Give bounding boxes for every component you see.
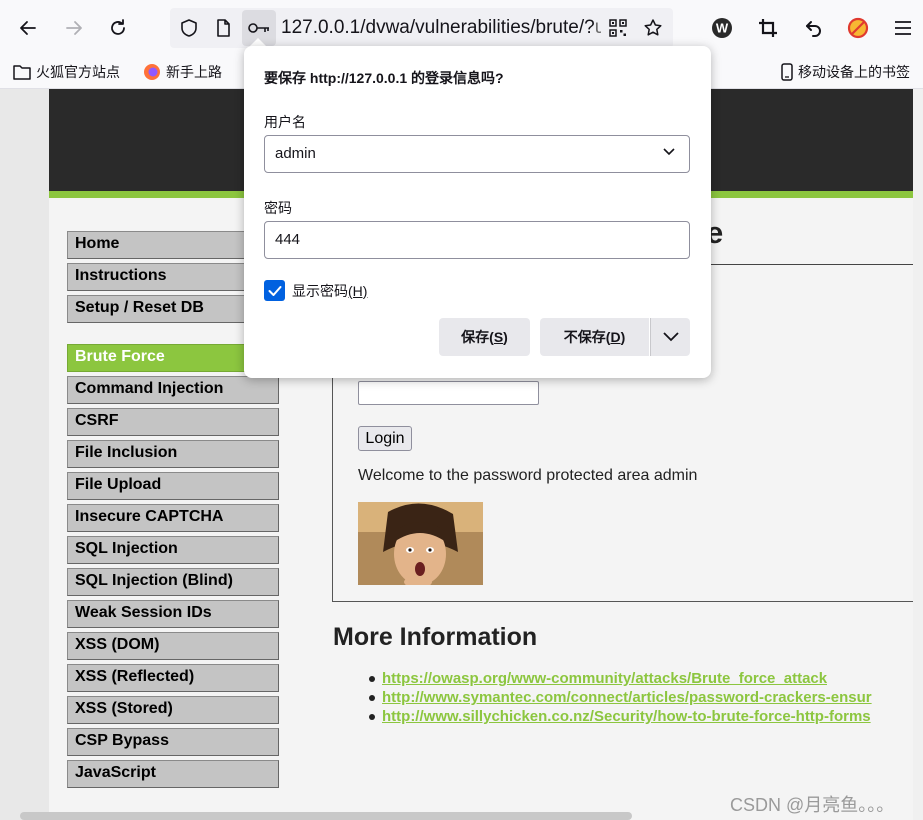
app-menu-button[interactable] xyxy=(885,10,921,46)
password-field[interactable]: 444 xyxy=(264,221,690,259)
username-field[interactable]: admin xyxy=(264,135,690,173)
list-item: https://owasp.org/www-community/attacks/… xyxy=(369,669,917,688)
forward-arrow-icon xyxy=(66,21,82,35)
save-button[interactable]: 保存(S) xyxy=(439,318,530,356)
qr-code-icon xyxy=(609,19,627,37)
menu-item-file-inclusion[interactable]: File Inclusion xyxy=(67,440,279,468)
bookmark-item[interactable]: 火狐官方站点 xyxy=(13,62,120,82)
tracking-protection-button[interactable] xyxy=(172,8,206,48)
reference-link[interactable]: http://www.sillychicken.co.nz/Security/h… xyxy=(382,708,871,725)
page-icon xyxy=(217,19,230,37)
qr-code-button[interactable] xyxy=(601,8,635,48)
page-info-button[interactable] xyxy=(206,8,240,48)
watermark: CSDN @月亮鱼。。。 xyxy=(730,795,895,815)
show-password-label: 显示密码(H) xyxy=(292,282,368,299)
menu-item-xss-dom[interactable]: XSS (DOM) xyxy=(67,632,279,660)
title-divider xyxy=(706,264,913,265)
menu-item-command-injection[interactable]: Command Injection xyxy=(67,376,279,404)
chevron-down-icon xyxy=(663,148,675,156)
reload-icon xyxy=(111,19,125,35)
save-login-popup: 要保存 http://127.0.0.1 的登录信息吗? 用户名 admin 密… xyxy=(244,46,711,378)
menu-group: Brute Force Command Injection CSRF File Inc… xyxy=(67,344,279,788)
no-bug-icon xyxy=(847,17,869,39)
url-bar[interactable]: 127.0.0.1/dvwa/vulnerabilities/brute/?u xyxy=(170,8,673,48)
folder-icon xyxy=(13,65,31,80)
check-icon xyxy=(268,285,281,296)
menu-item-sql-injection-blind[interactable]: SQL Injection (Blind) xyxy=(67,568,279,596)
mobile-device-icon xyxy=(781,63,793,81)
welcome-message: Welcome to the password protected area a… xyxy=(358,467,698,484)
menu-item-xss-reflected[interactable]: XSS (Reflected) xyxy=(67,664,279,692)
svg-text:W: W xyxy=(716,21,729,36)
menu-item-insecure-captcha[interactable]: Insecure CAPTCHA xyxy=(67,504,279,532)
list-item: http://www.sillychicken.co.nz/Security/h… xyxy=(369,707,917,726)
back-button[interactable] xyxy=(10,10,46,46)
reference-links: https://owasp.org/www-community/attacks/… xyxy=(369,669,917,726)
menu-item-javascript[interactable]: JavaScript xyxy=(67,760,279,788)
show-password-checkbox[interactable] xyxy=(264,280,285,301)
bookmark-item[interactable]: 新手上路 xyxy=(143,62,222,82)
mobile-bookmarks[interactable]: 移动设备上的书签 xyxy=(781,62,910,82)
reload-button[interactable] xyxy=(100,10,136,46)
bookmark-star-button[interactable] xyxy=(636,8,670,48)
url-text[interactable]: 127.0.0.1/dvwa/vulnerabilities/brute/?u xyxy=(281,17,601,39)
popup-title: 要保存 http://127.0.0.1 的登录信息吗? xyxy=(264,70,504,86)
back-arrow-icon xyxy=(20,21,36,35)
menu-item-csrf[interactable]: CSRF xyxy=(67,408,279,436)
more-options-button[interactable] xyxy=(650,318,690,356)
crop-icon xyxy=(759,19,777,37)
bug-blocker-extension-button[interactable] xyxy=(840,10,876,46)
password-input[interactable] xyxy=(358,381,539,405)
firefox-icon xyxy=(144,64,160,80)
menu-icon xyxy=(895,21,911,35)
horizontal-scrollbar[interactable] xyxy=(20,812,632,820)
shield-icon xyxy=(181,19,197,37)
vertical-scrollbar[interactable] xyxy=(913,89,923,820)
key-icon xyxy=(248,23,269,33)
username-label: 用户名 xyxy=(264,114,306,130)
reference-link[interactable]: https://owasp.org/www-community/attacks/… xyxy=(382,670,827,687)
menu-item-xss-stored[interactable]: XSS (Stored) xyxy=(67,696,279,724)
menu-item-csp-bypass[interactable]: CSP Bypass xyxy=(67,728,279,756)
star-icon xyxy=(644,19,662,36)
undo-icon xyxy=(806,21,821,37)
list-item: http://www.symantec.com/connect/articles… xyxy=(369,688,917,707)
more-information-heading: More Information xyxy=(333,623,538,651)
screenshot-button[interactable] xyxy=(750,10,786,46)
show-password-option[interactable]: 显示密码(H) xyxy=(264,280,367,301)
user-avatar-image xyxy=(358,502,483,585)
wordpress-extension-button[interactable]: W xyxy=(704,10,740,46)
undo-extension-button[interactable] xyxy=(795,10,831,46)
login-button[interactable]: Login xyxy=(358,426,412,451)
password-label: 密码 xyxy=(264,200,292,216)
menu-item-weak-session-ids[interactable]: Weak Session IDs xyxy=(67,600,279,628)
menu-item-sql-injection[interactable]: SQL Injection xyxy=(67,536,279,564)
forward-button[interactable] xyxy=(56,10,92,46)
chevron-down-icon xyxy=(662,332,679,342)
menu-item-file-upload[interactable]: File Upload xyxy=(67,472,279,500)
wordpress-icon: W xyxy=(712,18,732,38)
reference-link[interactable]: http://www.symantec.com/connect/articles… xyxy=(382,689,872,706)
dont-save-button[interactable]: 不保存(D) xyxy=(540,318,649,356)
